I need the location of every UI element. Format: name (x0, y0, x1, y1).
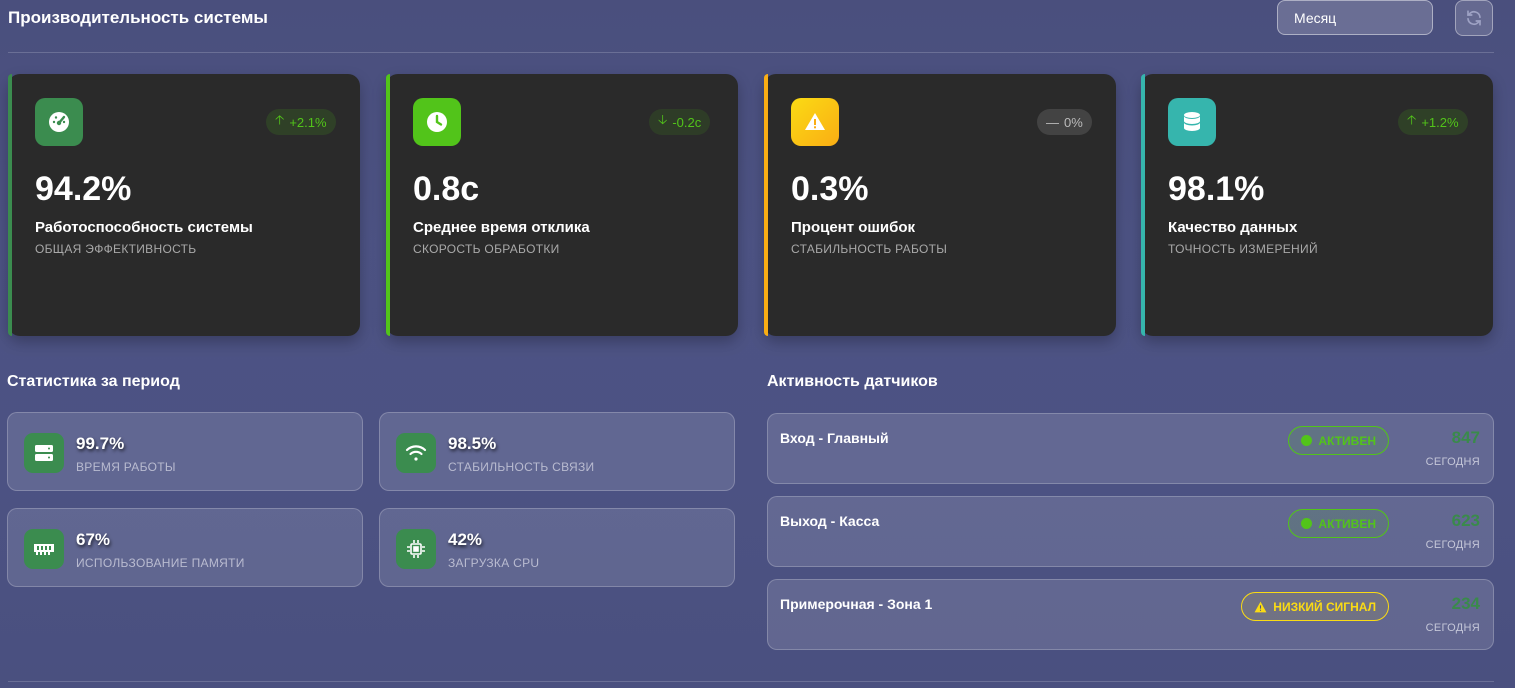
status-badge: НИЗКИЙ СИГНАЛ (1241, 592, 1389, 621)
stat-value: 98.5% (448, 434, 497, 453)
warning-icon (791, 98, 839, 146)
cpu-icon (396, 529, 436, 569)
trend-badge: 🡡 +2.1% (266, 109, 336, 135)
stat-label: ИСПОЛЬЗОВАНИЕ ПАМЯТИ (76, 556, 245, 570)
page-title: Производительность системы (8, 8, 268, 27)
stat-label: ЗАГРУЗКА CPU (448, 556, 540, 570)
kpi-card-response-time: 🡣 -0.2с 0.8с Среднее время отклика СКОРОС… (386, 74, 738, 336)
stat-value: 99.7% (76, 434, 125, 453)
kpi-sub: ТОЧНОСТЬ ИЗМЕРЕНИЙ (1168, 242, 1318, 256)
arrow-down-icon: 🡣 (658, 112, 668, 127)
sensor-row-fitting-room[interactable]: Примерочная - Зона 1 НИЗКИЙ СИГНАЛ 234 С… (767, 579, 1494, 650)
sensor-name: Выход - Касса (780, 513, 880, 529)
kpi-sub: СКОРОСТЬ ОБРАБОТКИ (413, 242, 560, 256)
stats-section-title: Статистика за период (7, 373, 180, 390)
refresh-button[interactable] (1455, 0, 1493, 36)
stat-value: 67% (76, 530, 111, 549)
kpi-accent-bar (386, 74, 390, 336)
sensor-count-label: СЕГОДНЯ (1425, 456, 1480, 468)
sensor-count: 623 (1451, 511, 1480, 530)
kpi-card-uptime: 🡡 +2.1% 94.2% Работоспособность системы О… (8, 74, 360, 336)
kpi-accent-bar (764, 74, 768, 336)
kpi-sub: СТАБИЛЬНОСТЬ РАБОТЫ (791, 242, 948, 256)
kpi-label: Качество данных (1168, 219, 1298, 236)
sensor-row-entrance[interactable]: Вход - Главный АКТИВЕН 847 СЕГОДНЯ (767, 413, 1494, 484)
stat-card-uptime: 99.7% ВРЕМЯ РАБОТЫ (7, 412, 363, 491)
kpi-accent-bar (8, 74, 12, 336)
stat-card-cpu: 42% ЗАГРУЗКА CPU (379, 508, 735, 587)
status-dot-icon (1301, 518, 1313, 529)
trend-badge: 🡡 +1.2% (1398, 109, 1468, 135)
refresh-icon (1467, 10, 1481, 26)
stat-card-connection: 98.5% СТАБИЛЬНОСТЬ СВЯЗИ (379, 412, 735, 491)
status-badge: АКТИВЕН (1288, 426, 1389, 455)
sensor-count: 234 (1451, 594, 1480, 613)
sensor-row-checkout[interactable]: Выход - Касса АКТИВЕН 623 СЕГОДНЯ (767, 496, 1494, 567)
kpi-value: 0.8с (413, 170, 480, 208)
server-icon (24, 433, 64, 473)
minus-icon: — (1046, 114, 1059, 130)
kpi-value: 98.1% (1168, 170, 1265, 208)
status-badge: АКТИВЕН (1288, 509, 1389, 538)
kpi-card-data-quality: 🡡 +1.2% 98.1% Качество данных ТОЧНОСТЬ ИЗ… (1141, 74, 1493, 336)
divider (8, 681, 1494, 682)
arrow-up-icon: 🡡 (1407, 112, 1417, 127)
warning-icon (1254, 601, 1267, 612)
stat-label: ВРЕМЯ РАБОТЫ (76, 460, 176, 474)
memory-icon (24, 529, 64, 569)
kpi-accent-bar (1141, 74, 1145, 336)
kpi-label: Процент ошибок (791, 219, 916, 236)
kpi-label: Среднее время отклика (413, 219, 590, 236)
wifi-icon (396, 433, 436, 473)
kpi-value: 0.3% (791, 170, 869, 208)
kpi-label: Работоспособность системы (35, 219, 253, 236)
period-select[interactable]: Месяц (1277, 0, 1433, 35)
stat-value: 42% (448, 530, 483, 549)
page-header: Производительность системы Месяц (8, 0, 1494, 53)
clock-icon (413, 98, 461, 146)
database-icon (1168, 98, 1216, 146)
status-dot-icon (1301, 435, 1313, 446)
arrow-up-icon: 🡡 (275, 112, 285, 127)
sensor-count: 847 (1451, 428, 1480, 447)
sensor-count-label: СЕГОДНЯ (1425, 622, 1480, 634)
kpi-card-error-rate: —0% 0.3% Процент ошибок СТАБИЛЬНОСТЬ РАБ… (764, 74, 1116, 336)
kpi-value: 94.2% (35, 170, 132, 208)
sensor-count-label: СЕГОДНЯ (1425, 539, 1480, 551)
sensor-name: Примерочная - Зона 1 (780, 596, 933, 612)
stat-label: СТАБИЛЬНОСТЬ СВЯЗИ (448, 460, 595, 474)
kpi-sub: ОБЩАЯ ЭФФЕКТИВНОСТЬ (35, 242, 197, 256)
sensor-name: Вход - Главный (780, 430, 889, 446)
gauge-icon (35, 98, 83, 146)
stat-card-memory: 67% ИСПОЛЬЗОВАНИЕ ПАМЯТИ (7, 508, 363, 587)
trend-badge: 🡣 -0.2с (649, 109, 711, 135)
trend-badge: —0% (1037, 109, 1092, 135)
sensors-section-title: Активность датчиков (767, 373, 938, 390)
